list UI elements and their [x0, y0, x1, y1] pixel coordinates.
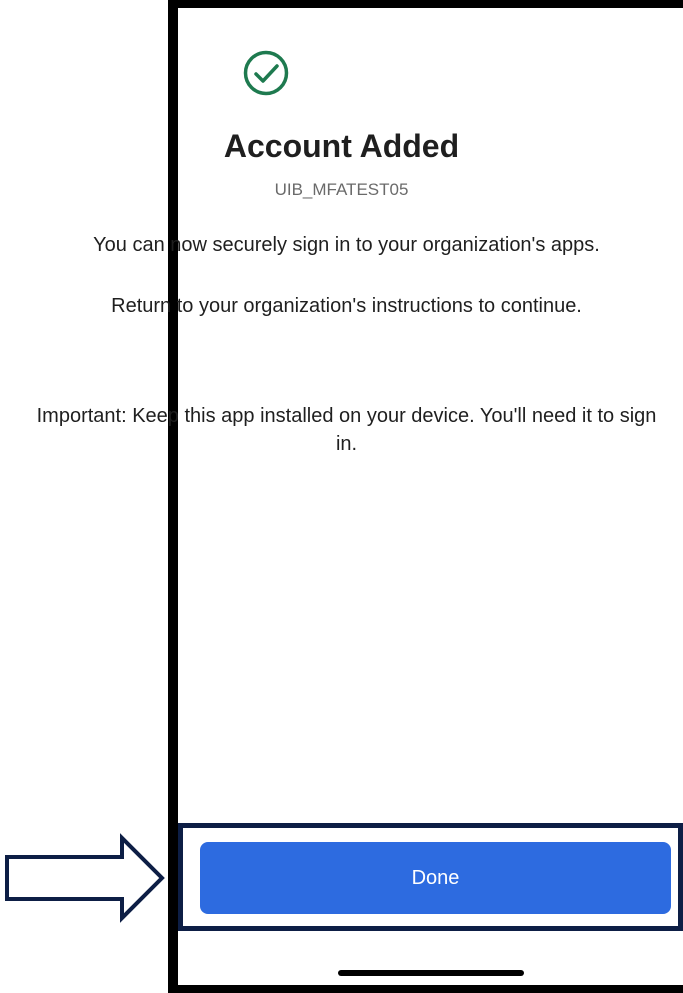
- important-message: Important: Keep this app installed on yo…: [30, 402, 663, 458]
- important-text: : Keep this app installed on your device…: [121, 405, 657, 455]
- home-indicator[interactable]: [338, 970, 524, 976]
- important-label: Important: [36, 405, 122, 427]
- arrow-right-icon: [5, 833, 165, 923]
- page-title: Account Added: [223, 128, 460, 164]
- instructions-message: Return to your organization's instructio…: [111, 295, 582, 317]
- check-circle-icon: [243, 50, 289, 96]
- done-button[interactable]: Done: [200, 842, 671, 914]
- account-name: UIB_MFATEST05: [274, 180, 409, 199]
- sign-in-message: You can now securely sign in to your org…: [93, 234, 600, 256]
